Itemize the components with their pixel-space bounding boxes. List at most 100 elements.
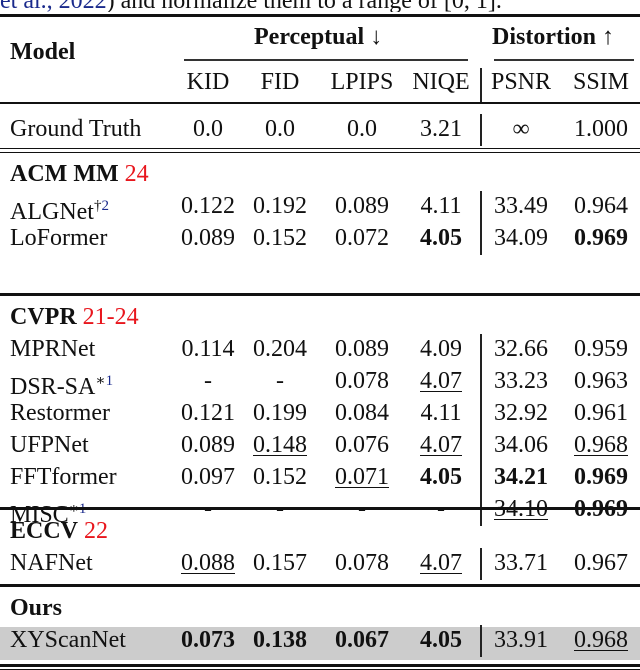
cell-ssim: 0.961 — [574, 400, 628, 426]
cell-ssim: 0.969 — [574, 464, 628, 490]
cell-lpips: 0.0 — [347, 116, 377, 142]
footnote-ref-link[interactable]: 1 — [106, 373, 114, 389]
footnote-symbol: ∗ — [95, 373, 106, 389]
bottom-rule — [0, 664, 640, 670]
venue-label: CVPR — [10, 304, 77, 330]
cell-fid: 0.152 — [253, 225, 307, 251]
model-name-cell: ALGNet†2 — [10, 191, 109, 227]
cell-fid: - — [276, 368, 284, 394]
model-footnote: ∗1 — [95, 373, 113, 389]
cell-kid: 0.114 — [181, 336, 235, 362]
model-name: LoFormer — [10, 225, 108, 251]
cell-fid-underlined: 0.148 — [253, 432, 307, 458]
cell-lpips: 0.072 — [335, 225, 389, 251]
group-separator-rule — [0, 584, 640, 587]
cell-ssim: 0.968 — [568, 430, 634, 460]
venue-label: ACM MM — [10, 161, 119, 187]
cell-fid: 0.157 — [253, 550, 307, 576]
cell-ssim: 0.967 — [574, 550, 628, 576]
group-vline — [480, 191, 482, 255]
cell-kid: - — [204, 368, 212, 394]
model-name: FFTformer — [10, 464, 117, 490]
venue-year: 24 — [124, 161, 149, 187]
venue-label: ECCV — [10, 518, 79, 544]
cell-psnr: 33.49 — [494, 193, 548, 219]
venue-label: Ours — [10, 595, 63, 621]
cell-niqe: 4.11 — [420, 400, 462, 426]
cell-niqe: 4.05 — [420, 627, 462, 653]
column-header-ssim: SSIM — [572, 69, 630, 95]
cell-fid: 0.148 — [250, 430, 310, 460]
group-title: CVPR 21-24 — [10, 302, 139, 332]
model-name: XYScanNet — [10, 627, 126, 653]
footnote-ref-link[interactable]: 2 — [101, 198, 109, 214]
group-separator-rule — [0, 507, 640, 510]
cell-niqe: 4.07 — [410, 548, 472, 578]
venue-year: 21-24 — [82, 304, 139, 330]
column-header-kid: KID — [186, 69, 230, 95]
cell-lpips: 0.067 — [335, 627, 389, 653]
cell-ssim: 0.964 — [574, 193, 628, 219]
cell-ssim-underlined: 0.968 — [574, 432, 628, 458]
cell-fid: 0.138 — [253, 627, 307, 653]
model-name-cell: MPRNet — [10, 334, 95, 364]
cell-ssim: 1.000 — [574, 116, 628, 142]
caption-fragment: et al., 2022) and normalize them to a ra… — [0, 0, 640, 12]
cell-lpips: 0.084 — [335, 400, 389, 426]
model-name: MPRNet — [10, 336, 96, 362]
column-header-lpips: LPIPS — [330, 69, 394, 95]
cell-kid-underlined: 0.088 — [181, 550, 235, 576]
cell-niqe: 4.07 — [410, 430, 472, 460]
model-footnote: †2 — [94, 198, 109, 214]
group-vline — [480, 334, 482, 526]
cell-kid: 0.121 — [181, 400, 235, 426]
model-name: UFPNet — [10, 432, 89, 458]
model-name-cell: Restormer — [10, 398, 110, 428]
cell-lpips: 0.089 — [335, 193, 389, 219]
model-name: Restormer — [10, 400, 110, 426]
cell-kid: 0.089 — [181, 432, 235, 458]
venue-year: 22 — [84, 518, 109, 544]
cell-lpips: 0.089 — [335, 336, 389, 362]
cell-psnr: 34.09 — [494, 225, 548, 251]
cell-psnr: 33.71 — [494, 550, 548, 576]
model-header: Model — [10, 39, 76, 65]
cell-kid: 0.089 — [181, 225, 235, 251]
group-vline — [480, 548, 482, 580]
cell-fid: 0.0 — [265, 116, 295, 142]
model-name-cell: XYScanNet — [10, 625, 126, 655]
citation-link[interactable]: et al., 2022 — [0, 0, 107, 12]
cell-fid: 0.152 — [253, 464, 307, 490]
cell-niqe-underlined: 4.07 — [420, 368, 462, 394]
perceptual-header: Perceptual ↓ — [254, 24, 383, 50]
cell-lpips: 0.078 — [335, 550, 389, 576]
cell-niqe: 4.11 — [420, 193, 462, 219]
cell-ssim: 0.959 — [574, 336, 628, 362]
gt-double-rule — [0, 148, 640, 153]
cell-psnr: ∞ — [512, 116, 530, 142]
model-name-cell: LoFormer — [10, 223, 107, 253]
cell-psnr: 33.91 — [494, 627, 548, 653]
header-vline — [480, 68, 482, 102]
cell-fid: 0.192 — [253, 193, 307, 219]
top-rule — [0, 14, 640, 17]
gt-vline — [480, 114, 482, 146]
cell-lpips: 0.071 — [324, 462, 400, 492]
cell-psnr: 34.21 — [494, 464, 548, 490]
cell-fid: 0.204 — [253, 336, 307, 362]
cell-kid: 0.122 — [181, 193, 235, 219]
group-vline — [480, 625, 482, 657]
model-name-cell: NAFNet — [10, 548, 93, 578]
cell-niqe: 4.05 — [420, 225, 462, 251]
cell-niqe: 4.05 — [420, 464, 462, 490]
column-header-niqe: NIQE — [412, 69, 470, 95]
cell-niqe: 4.07 — [410, 366, 472, 396]
cell-kid: 0.097 — [181, 464, 235, 490]
cell-psnr: 32.66 — [494, 336, 548, 362]
model-name-cell: FFTformer — [10, 462, 117, 492]
header-rule — [0, 102, 640, 104]
group-title: ECCV 22 — [10, 516, 108, 546]
cell-kid: 0.088 — [178, 548, 238, 578]
cell-fid: 0.199 — [253, 400, 307, 426]
model-name: Ground Truth — [10, 116, 142, 142]
